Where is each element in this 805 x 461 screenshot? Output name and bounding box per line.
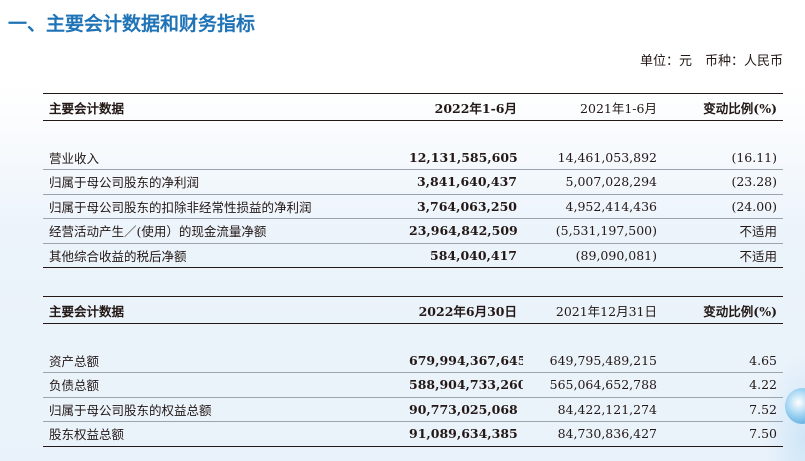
- unit-note: 单位：元 币种：人民币: [639, 54, 783, 69]
- column-header-item: 主要会计数据: [43, 93, 403, 121]
- prior-value: 14,461,053,892: [523, 145, 663, 170]
- prior-value: (89,090,081): [523, 243, 663, 268]
- prior-value: (5,531,197,500): [523, 218, 663, 244]
- column-header-prior-period: 2021年1-6月: [523, 93, 663, 121]
- row-label: 归属于母公司股东的扣除非经常性损益的净利润: [43, 194, 403, 219]
- balance-data-table: 主要会计数据 2022年6月30日 2021年12月31日 变动比例(%) 资产…: [43, 296, 783, 447]
- section-heading: 一、主要会计数据和财务指标: [8, 13, 256, 35]
- table-row: 归属于母公司股东的扣除非经常性损益的净利润 3,764,063,250 4,95…: [43, 194, 783, 219]
- change-ratio: (24.00): [663, 194, 783, 219]
- column-header-change-ratio: 变动比例(%): [663, 296, 783, 324]
- current-value: 3,764,063,250: [403, 194, 523, 219]
- table-row: 其他综合收益的税后净额 584,040,417 (89,090,081) 不适用: [43, 243, 783, 268]
- current-value: 3,841,640,437: [403, 169, 523, 195]
- change-ratio: 4.65: [663, 348, 783, 373]
- table-row: 经营活动产生／(使用）的现金流量净额 23,964,842,509 (5,531…: [43, 218, 783, 244]
- current-value: 584,040,417: [403, 243, 523, 268]
- prior-value: 4,952,414,436: [523, 194, 663, 219]
- table-row: 营业收入 12,131,585,605 14,461,053,892 (16.1…: [43, 145, 783, 170]
- row-label: 其他综合收益的税后净额: [43, 243, 403, 268]
- change-ratio: 7.50: [663, 421, 783, 447]
- current-value: 679,994,367,645: [403, 348, 523, 373]
- table-header-row: 主要会计数据 2022年6月30日 2021年12月31日 变动比例(%): [43, 296, 783, 324]
- prior-value: 84,730,836,427: [523, 421, 663, 447]
- table-row: 资产总额 679,994,367,645 649,795,489,215 4.6…: [43, 348, 783, 373]
- change-ratio: 不适用: [663, 243, 783, 268]
- prior-value: 649,795,489,215: [523, 348, 663, 373]
- current-value: 588,904,733,260: [403, 372, 523, 398]
- current-value: 91,089,634,385: [403, 421, 523, 447]
- row-label: 归属于母公司股东的净利润: [43, 169, 403, 195]
- table-header-row: 主要会计数据 2022年1-6月 2021年1-6月 变动比例(%): [43, 93, 783, 121]
- column-header-current-period: 2022年1-6月: [403, 93, 523, 121]
- row-label: 资产总额: [43, 348, 403, 373]
- table-row: 股东权益总额 91,089,634,385 84,730,836,427 7.5…: [43, 421, 783, 447]
- change-ratio: 不适用: [663, 218, 783, 244]
- column-header-prior-date: 2021年12月31日: [523, 296, 663, 324]
- prior-value: 5,007,028,294: [523, 169, 663, 195]
- current-value: 90,773,025,068: [403, 397, 523, 422]
- table-row: 负债总额 588,904,733,260 565,064,652,788 4.2…: [43, 372, 783, 398]
- row-label: 股东权益总额: [43, 421, 403, 447]
- column-header-change-ratio: 变动比例(%): [663, 93, 783, 121]
- change-ratio: 4.22: [663, 372, 783, 398]
- column-header-current-date: 2022年6月30日: [403, 296, 523, 324]
- column-header-item: 主要会计数据: [43, 296, 403, 324]
- row-label: 经营活动产生／(使用）的现金流量净额: [43, 218, 403, 244]
- change-ratio: (23.28): [663, 169, 783, 195]
- row-label: 营业收入: [43, 145, 403, 170]
- prior-value: 565,064,652,788: [523, 372, 663, 398]
- change-ratio: (16.11): [663, 145, 783, 170]
- income-data-table: 主要会计数据 2022年1-6月 2021年1-6月 变动比例(%) 营业收入 …: [43, 93, 783, 268]
- table-row: 归属于母公司股东的权益总额 90,773,025,068 84,422,121,…: [43, 397, 783, 422]
- row-label: 负债总额: [43, 372, 403, 398]
- table-row: 归属于母公司股东的净利润 3,841,640,437 5,007,028,294…: [43, 169, 783, 195]
- row-label: 归属于母公司股东的权益总额: [43, 397, 403, 422]
- current-value: 23,964,842,509: [403, 218, 523, 244]
- change-ratio: 7.52: [663, 397, 783, 422]
- current-value: 12,131,585,605: [403, 145, 523, 170]
- prior-value: 84,422,121,274: [523, 397, 663, 422]
